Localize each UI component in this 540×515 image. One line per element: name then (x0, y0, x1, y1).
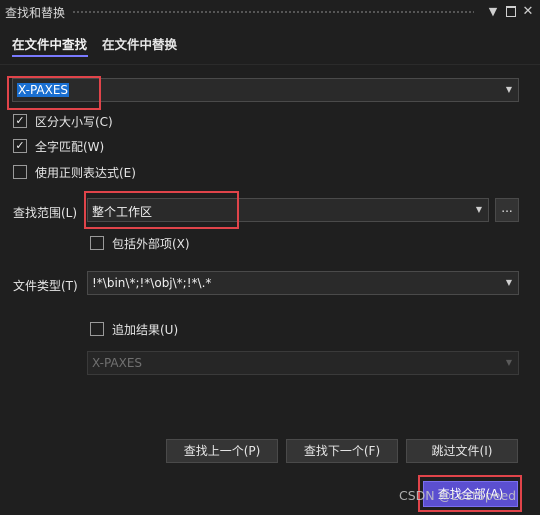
window-title: 查找和替换 (5, 6, 66, 20)
browse-button[interactable]: ... (495, 198, 519, 222)
include-external-checkbox[interactable] (90, 236, 104, 250)
find-next-button[interactable]: 查找下一个(F) (286, 439, 398, 463)
scope-label: 查找范围(L) (13, 206, 78, 220)
find-all-button[interactable]: 查找全部(A) (423, 481, 518, 507)
tab-find-in-files[interactable]: 在文件中查找 (12, 34, 87, 53)
append-results-checkbox[interactable] (90, 322, 104, 336)
tab-replace-in-files[interactable]: 在文件中替换 (102, 34, 177, 53)
maximize-icon[interactable] (503, 4, 519, 20)
find-replace-window: 查找和替换 ▼ ✕ 在文件中查找 在文件中替换 X-PAXES ▼ ✓ 区分大小… (0, 0, 540, 515)
find-previous-button[interactable]: 查找上一个(P) (166, 439, 278, 463)
chevron-down-icon[interactable]: ▼ (485, 4, 501, 20)
search-input-value: X-PAXES (17, 83, 70, 97)
title-drag-grip[interactable] (72, 10, 474, 14)
file-types-value: !*\bin\*;!*\obj\*;!*\.* (92, 276, 212, 290)
append-results-value: X-PAXES (92, 356, 143, 370)
scope-value: 整个工作区 (92, 205, 153, 219)
whole-word-checkbox[interactable]: ✓ (13, 139, 27, 153)
include-external-label: 包括外部项(X) (112, 237, 190, 251)
whole-word-label: 全字匹配(W) (35, 140, 105, 154)
regex-checkbox[interactable] (13, 165, 27, 179)
active-tab-indicator (12, 55, 88, 57)
match-case-label: 区分大小写(C) (35, 115, 113, 129)
chevron-down-icon[interactable]: ▼ (504, 277, 514, 289)
title-bar: 查找和替换 ▼ ✕ (0, 0, 540, 24)
append-results-label: 追加结果(U) (112, 323, 179, 337)
search-input[interactable]: X-PAXES ▼ (12, 78, 519, 102)
append-results-dropdown: X-PAXES ▼ (87, 351, 519, 375)
regex-label: 使用正则表达式(E) (35, 166, 136, 180)
match-case-checkbox[interactable]: ✓ (13, 114, 27, 128)
chevron-down-icon: ▼ (505, 358, 513, 367)
chevron-down-icon[interactable]: ▼ (474, 204, 484, 216)
file-types-label: 文件类型(T) (13, 279, 78, 293)
file-types-input[interactable]: !*\bin\*;!*\obj\*;!*\.* ▼ (87, 271, 519, 295)
skip-file-button[interactable]: 跳过文件(I) (406, 439, 518, 463)
scope-dropdown[interactable]: 整个工作区 ▼ (87, 198, 489, 222)
close-icon[interactable]: ✕ (520, 4, 536, 20)
chevron-down-icon[interactable]: ▼ (504, 84, 514, 96)
tab-bar: 在文件中查找 在文件中替换 (0, 24, 540, 65)
